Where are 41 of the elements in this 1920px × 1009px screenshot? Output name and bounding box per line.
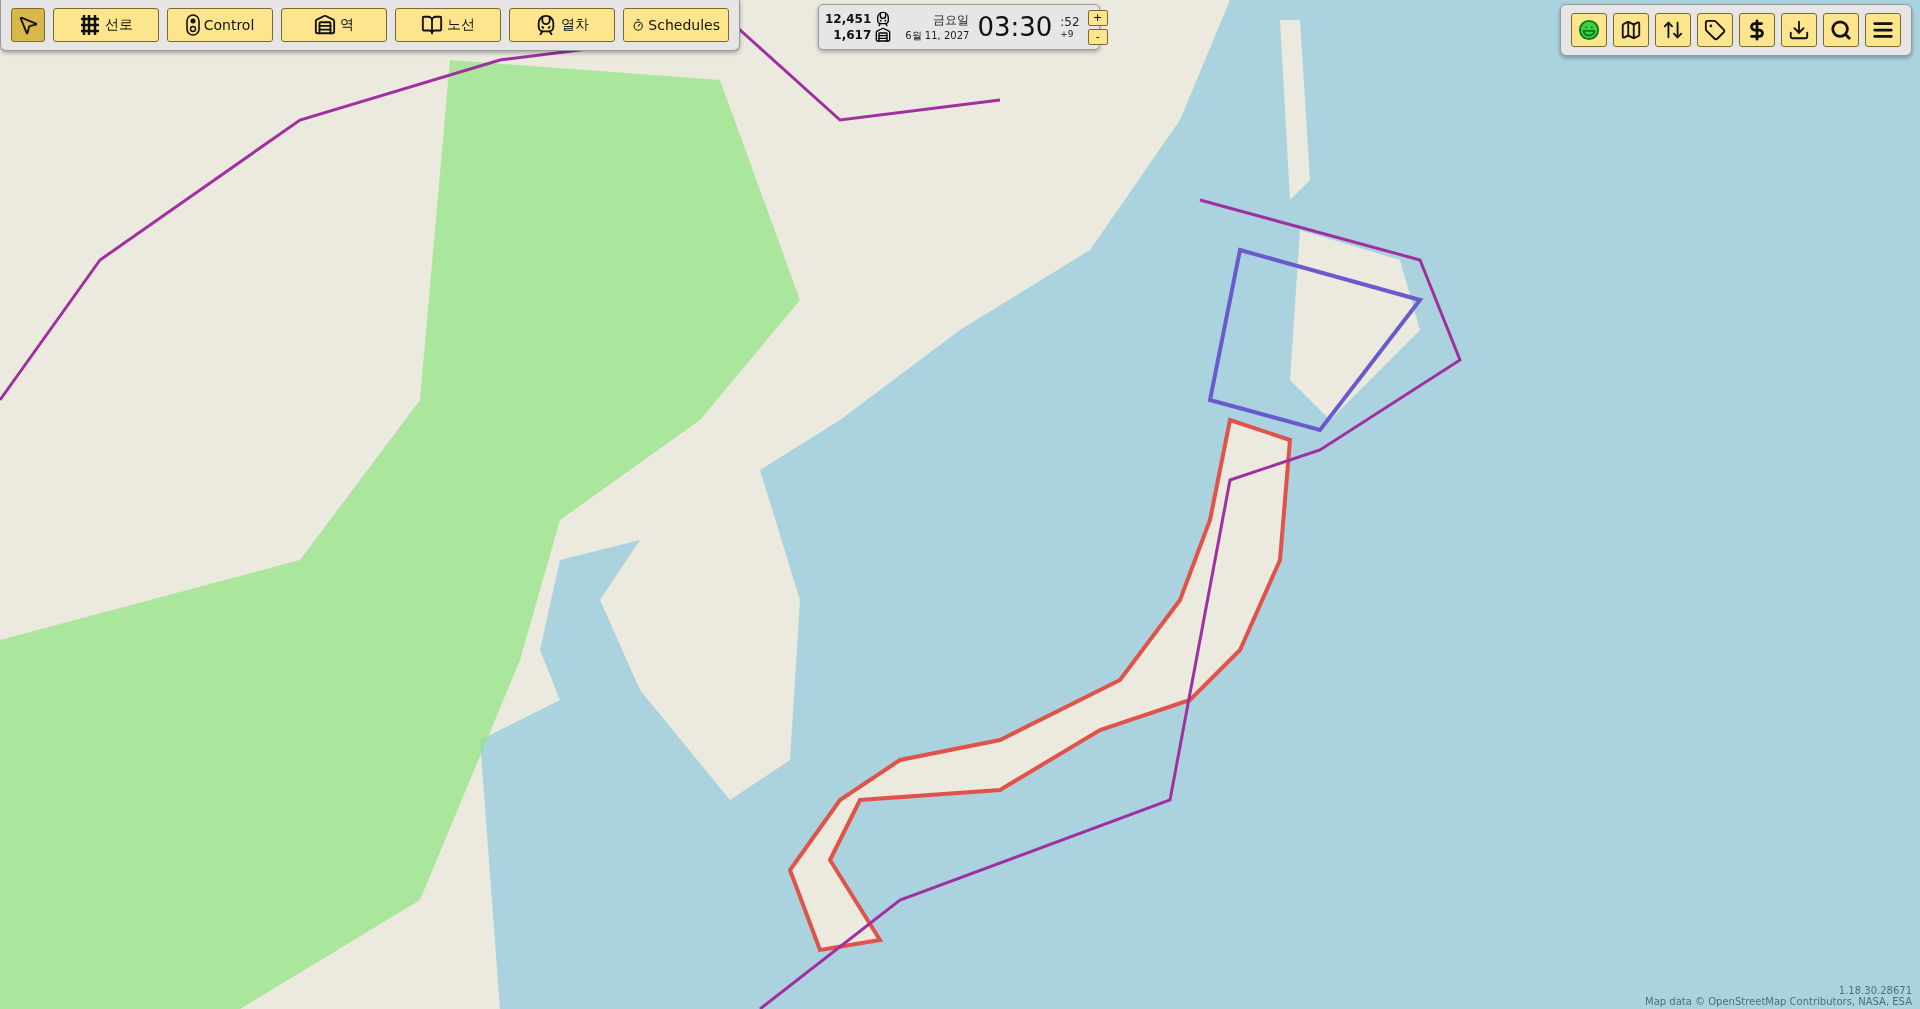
sort-icon bbox=[1662, 19, 1684, 41]
menu-icon bbox=[1872, 19, 1894, 41]
tool-button[interactable]: 열차 bbox=[509, 8, 615, 42]
train-icon bbox=[875, 11, 892, 27]
search-button[interactable] bbox=[1823, 13, 1859, 47]
traffic-light-icon bbox=[185, 14, 200, 36]
train-count: 12,451 bbox=[825, 12, 872, 26]
pointer-icon bbox=[17, 14, 39, 36]
tool-button[interactable]: 역 bbox=[281, 8, 387, 42]
download-icon bbox=[1788, 19, 1810, 41]
map-icon bbox=[1620, 19, 1642, 41]
speed-up-button[interactable]: + bbox=[1087, 9, 1108, 26]
tool-button[interactable]: Schedules bbox=[623, 8, 729, 42]
station-icon bbox=[875, 27, 892, 43]
speed-offset: +9 bbox=[1060, 29, 1075, 39]
map-attribution: Map data © OpenStreetMap Contributors, NASA, ESA bbox=[1645, 996, 1912, 1007]
menu-button[interactable] bbox=[1865, 13, 1901, 47]
happiness-button[interactable] bbox=[1571, 13, 1607, 47]
train-icon bbox=[535, 14, 557, 36]
station-icon bbox=[314, 14, 336, 36]
rail-track-icon bbox=[79, 14, 101, 36]
tool-button[interactable]: 노선 bbox=[395, 8, 501, 42]
select-tool-button[interactable] bbox=[11, 8, 45, 42]
station-count: 1,617 bbox=[833, 28, 872, 42]
smiley-icon bbox=[1578, 19, 1600, 41]
map-button[interactable] bbox=[1613, 13, 1649, 47]
tool-button[interactable]: 선로 bbox=[53, 8, 159, 42]
clock-seconds: :52 bbox=[1060, 15, 1080, 29]
book-icon bbox=[421, 14, 443, 36]
sort-button[interactable] bbox=[1655, 13, 1691, 47]
tool-button[interactable]: Control bbox=[167, 8, 273, 42]
speed-down-button[interactable]: - bbox=[1087, 28, 1108, 45]
tag-button[interactable] bbox=[1697, 13, 1733, 47]
tag-icon bbox=[1704, 19, 1726, 41]
download-button[interactable] bbox=[1781, 13, 1817, 47]
finance-button[interactable] bbox=[1739, 13, 1775, 47]
weekday: 금요일 bbox=[933, 11, 970, 29]
search-icon bbox=[1830, 19, 1852, 41]
version-text: 1.18.30.28671 bbox=[1838, 985, 1912, 996]
clock-time: 03:30 bbox=[977, 14, 1053, 40]
date: 6월 11, 2027 bbox=[905, 28, 970, 43]
